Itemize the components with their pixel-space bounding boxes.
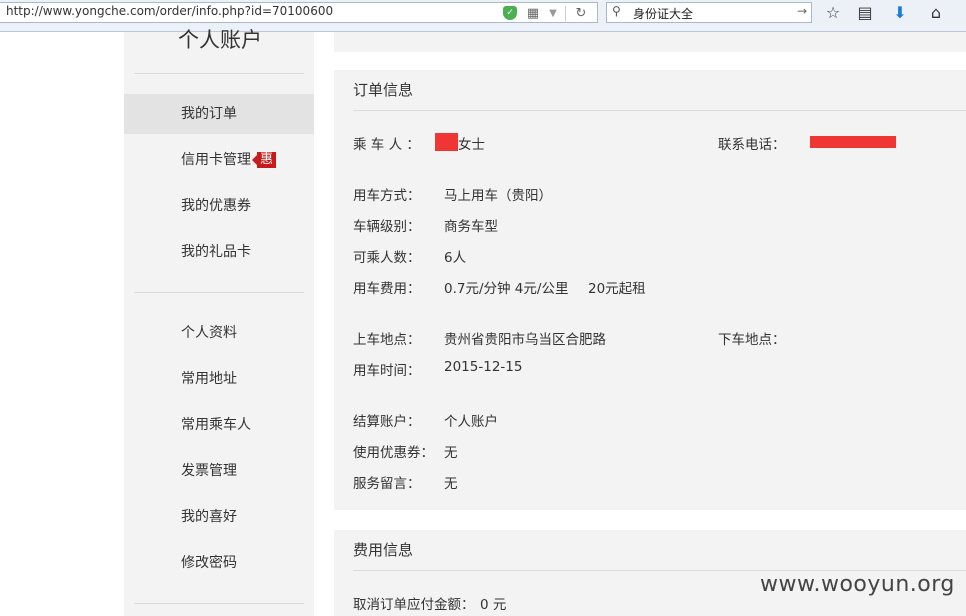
sidebar-item-label: 我的喜好	[181, 509, 237, 525]
sidebar-item-credit-card[interactable]: 信用卡管理惠	[124, 140, 314, 180]
sidebar-item-label: 发票管理	[181, 463, 237, 479]
sidebar-item-label: 常用乘车人	[181, 417, 251, 433]
sidebar-item-label: 常用地址	[181, 371, 237, 387]
promo-badge: 惠	[251, 152, 277, 168]
search-bar[interactable]: ⚲ 身份证大全 →	[606, 2, 812, 23]
account-value: 个人账户	[444, 414, 498, 430]
download-icon[interactable]: ⬇	[889, 2, 911, 22]
dropdown-arrow-icon[interactable]: ▼	[544, 3, 562, 24]
time-value: 2015-12-15	[444, 359, 523, 375]
time-label: 用车时间：	[353, 363, 421, 379]
seats-value: 6人	[444, 250, 467, 266]
sidebar-title: 个人账户	[178, 28, 262, 52]
note-label: 服务留言：	[353, 476, 421, 492]
level-value: 商务车型	[444, 219, 498, 235]
order-info-title: 订单信息	[353, 81, 414, 99]
fee-minimum: 20元起租	[588, 281, 646, 297]
sidebar-item-password[interactable]: 修改密码	[124, 543, 314, 583]
watermark: www.wooyun.org	[760, 572, 955, 597]
sidebar-item-label: 信用卡管理	[181, 152, 251, 168]
dropoff-label: 下车地点：	[718, 332, 786, 348]
sidebar-item-orders[interactable]: 我的订单	[124, 94, 314, 134]
mode-label: 用车方式：	[353, 188, 421, 204]
sidebar-item-label: 我的优惠券	[181, 198, 251, 214]
note-value: 无	[444, 476, 458, 492]
passenger-label: 乘 车 人 ：	[353, 137, 420, 153]
cancel-fee-value: 0 元	[480, 597, 507, 613]
url-text: http://www.yongche.com/order/info.php?id…	[6, 4, 334, 18]
sidebar-item-label: 修改密码	[181, 555, 237, 571]
toolbar-separator	[565, 6, 566, 21]
coupon-value: 无	[444, 445, 458, 461]
fee-value: 0.7元/分钟 4元/公里	[444, 281, 569, 297]
shield-icon[interactable]: ✓	[503, 6, 517, 20]
cancel-fee-label: 取消订单应付金额：	[353, 597, 475, 613]
pickup-label: 上车地点：	[353, 332, 421, 348]
bookmarks-list-icon[interactable]: ▤	[854, 2, 876, 22]
sidebar-item-gift-cards[interactable]: 我的礼品卡	[124, 232, 314, 272]
phone-label: 联系电话：	[718, 137, 786, 153]
passenger-value: 女士	[458, 137, 485, 153]
fee-label: 用车费用：	[353, 281, 421, 297]
search-query: 身份证大全	[633, 7, 694, 21]
sidebar-divider	[134, 603, 304, 604]
sidebar-item-label: 个人资料	[181, 325, 237, 341]
sidebar-item-coupons[interactable]: 我的优惠券	[124, 186, 314, 226]
sidebar-item-label: 我的订单	[181, 106, 237, 122]
pickup-value: 贵州省贵阳市乌当区合肥路	[444, 332, 606, 348]
browser-toolbar: http://www.yongche.com/order/info.php?id…	[0, 0, 966, 32]
mode-value: 马上用车（贵阳）	[444, 188, 552, 204]
redacted-name	[435, 133, 458, 151]
panel-divider	[353, 110, 966, 111]
bookmark-star-icon[interactable]: ☆	[822, 2, 844, 22]
sidebar-divider	[134, 73, 304, 74]
sidebar-item-label: 我的礼品卡	[181, 244, 251, 260]
previous-panel	[334, 32, 966, 52]
sidebar-divider	[134, 292, 304, 293]
sidebar-item-invoices[interactable]: 发票管理	[124, 451, 314, 491]
sidebar-item-profile[interactable]: 个人资料	[124, 313, 314, 353]
address-bar[interactable]: http://www.yongche.com/order/info.php?id…	[0, 2, 598, 23]
fee-info-title: 费用信息	[353, 541, 414, 559]
sidebar-item-preferences[interactable]: 我的喜好	[124, 497, 314, 537]
redacted-phone	[810, 136, 896, 148]
account-label: 结算账户：	[353, 414, 421, 430]
home-icon[interactable]: ⌂	[925, 2, 947, 22]
qr-code-icon[interactable]: ▦	[524, 3, 542, 24]
coupon-label: 使用优惠券：	[353, 445, 434, 461]
level-label: 车辆级别：	[353, 219, 421, 235]
panel-divider	[353, 570, 966, 571]
reload-icon[interactable]: ↻	[572, 3, 590, 24]
seats-label: 可乘人数：	[353, 250, 421, 266]
account-sidebar: 个人账户 我的订单 信用卡管理惠 我的优惠券 我的礼品卡 个人资料 常用地址 常…	[124, 28, 314, 616]
order-info-panel: 订单信息 乘 车 人 ： 女士 联系电话： 用车方式： 马上用车（贵阳） 车辆级…	[334, 70, 966, 510]
sidebar-item-addresses[interactable]: 常用地址	[124, 359, 314, 399]
search-go-icon[interactable]: →	[797, 4, 807, 18]
search-icon: ⚲	[612, 4, 621, 18]
sidebar-item-passengers[interactable]: 常用乘车人	[124, 405, 314, 445]
